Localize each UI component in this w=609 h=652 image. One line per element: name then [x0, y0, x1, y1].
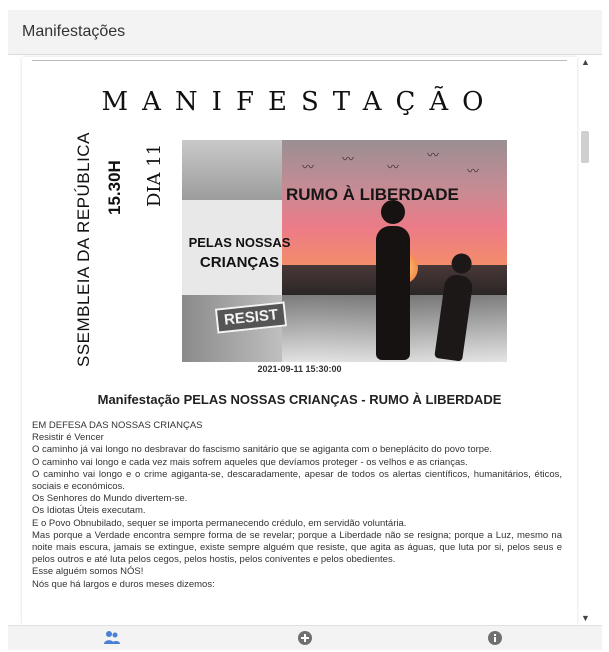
body-paragraph: Os Senhores do Mundo divertem-se. [32, 493, 188, 505]
body-paragraph: Os Idiotas Úteis executam. [32, 505, 146, 517]
poster-location: SSEMBLEIA DA REPÚBLICA [74, 132, 93, 367]
body-paragraph: E o Povo Obnubilado, sequer se importa p… [32, 517, 407, 529]
body-paragraph: EM DEFESA DAS NOSSAS CRIANÇAS [32, 420, 203, 431]
bird-icon: 〰 [302, 160, 315, 174]
poster-subtitle: PELAS NOSSAS CRIANÇAS [187, 233, 292, 273]
scroll-up-icon[interactable]: ▲ [581, 57, 590, 67]
body-paragraph: O caminho já vai longo no desbravar do f… [32, 444, 492, 456]
child-silhouette [376, 200, 410, 360]
clouds-panel [182, 140, 282, 200]
divider [32, 60, 567, 61]
body-paragraph: Nós que há largos e duros meses dizemos: [32, 578, 215, 590]
body-paragraph: Esse alguém somos NÓS! [32, 566, 144, 578]
bottom-nav [8, 625, 602, 650]
body-paragraph: O caminho vai longo e o crime agiganta-s… [32, 468, 562, 493]
bird-icon: 〰 [342, 152, 355, 166]
poster-slogan: RUMO À LIBERDADE [286, 185, 459, 204]
poster-day: DIA 11 [144, 143, 165, 207]
poster-image: 〰 〰 〰 〰 〰 RUMO À LIBERDADE PELAS NOSSAS … [182, 140, 507, 362]
scrollbar[interactable]: ▲ ▼ [578, 57, 592, 625]
post-content: MANIFESTAÇÃO SSEMBLEIA DA REPÚBLICA 15.3… [22, 57, 577, 625]
app-header: Manifestações [8, 10, 602, 55]
poster-date: 2021-09-11 15:30:00 [257, 364, 342, 374]
add-circle-icon[interactable] [296, 629, 314, 647]
poster-time: 15.30H [105, 160, 124, 215]
scrollbar-thumb[interactable] [581, 131, 589, 163]
page-title: Manifestações [22, 23, 126, 40]
scroll-down-icon[interactable]: ▼ [581, 613, 590, 623]
poster-subtitle-line: CRIANÇAS [199, 254, 280, 271]
poster-title: MANIFESTAÇÃO [101, 87, 498, 117]
body-paragraph: Resistir é Vencer [32, 432, 104, 444]
people-icon[interactable] [103, 629, 121, 647]
poster-subtitle-line: PELAS NOSSAS [188, 235, 291, 250]
info-icon[interactable] [486, 629, 504, 647]
post-body: EM DEFESA DAS NOSSAS CRIANÇAS Resistir é… [32, 420, 562, 591]
bird-icon: 〰 [427, 148, 440, 162]
post-title: Manifestação PELAS NOSSAS CRIANÇAS - RUM… [97, 392, 502, 407]
bird-icon: 〰 [467, 164, 480, 178]
body-paragraph: O caminho vai longo e cada vez mais sofr… [32, 456, 468, 468]
body-paragraph: Mas porque a Verdade encontra sempre for… [32, 529, 562, 566]
bird-icon: 〰 [387, 160, 400, 174]
